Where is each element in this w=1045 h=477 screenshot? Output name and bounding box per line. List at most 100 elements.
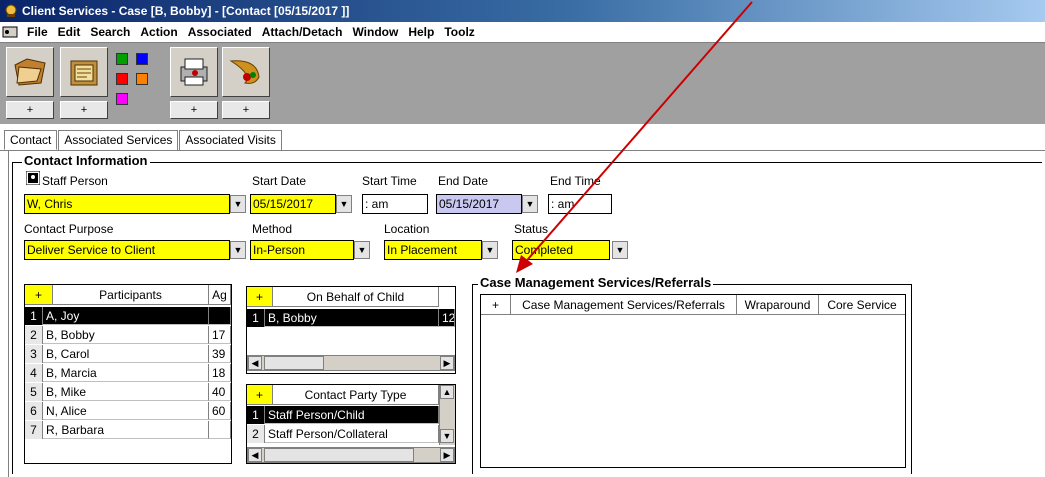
- printer-icon: [180, 58, 208, 86]
- participants-add-button[interactable]: +: [25, 285, 53, 305]
- contact-party-vscrollbar[interactable]: ▲ ▼: [439, 385, 455, 445]
- table-row[interactable]: 1 A, Joy: [25, 307, 231, 325]
- start-date-dropdown[interactable]: ▼: [336, 195, 352, 213]
- scroll-left-icon[interactable]: ◀: [248, 356, 262, 370]
- tab-contact[interactable]: Contact: [4, 130, 58, 150]
- menu-search[interactable]: Search: [85, 25, 135, 39]
- on-behalf-add-button[interactable]: +: [247, 287, 273, 307]
- row-number: 1: [247, 309, 265, 327]
- tab-associated-visits[interactable]: Associated Visits: [179, 130, 282, 150]
- case-mgmt-grid[interactable]: + Case Management Services/Referrals Wra…: [480, 294, 906, 468]
- menu-attach-detach[interactable]: Attach/Detach: [257, 25, 348, 39]
- folder-open-icon: [14, 58, 46, 86]
- status-dropdown[interactable]: ▼: [612, 241, 628, 259]
- table-row[interactable]: 7 R, Barbara: [25, 421, 231, 439]
- participants-grid[interactable]: + Participants Ag 1 A, Joy 2 B, Bobby 17…: [24, 284, 232, 464]
- services-button[interactable]: [222, 47, 270, 97]
- table-row[interactable]: 2 B, Bobby 17: [25, 326, 231, 344]
- table-row[interactable]: 5 B, Mike 40: [25, 383, 231, 401]
- participant-name: B, Mike: [43, 383, 209, 401]
- party-type: Staff Person/Collateral: [265, 425, 439, 443]
- table-row[interactable]: 2 Staff Person/Collateral: [247, 425, 439, 443]
- scroll-down-icon[interactable]: ▼: [440, 429, 454, 443]
- menu-help[interactable]: Help: [403, 25, 439, 39]
- method-dropdown[interactable]: ▼: [354, 241, 370, 259]
- scroll-thumb[interactable]: [264, 356, 324, 370]
- menu-edit[interactable]: Edit: [53, 25, 86, 39]
- participant-name: A, Joy: [43, 307, 209, 325]
- table-row[interactable]: 1 Staff Person/Child: [247, 406, 439, 424]
- table-row[interactable]: 6 N, Alice 60: [25, 402, 231, 420]
- toolbar-plus-1[interactable]: +: [6, 101, 54, 119]
- row-number: 4: [25, 364, 43, 382]
- menu-action[interactable]: Action: [135, 25, 182, 39]
- staff-person-combo[interactable]: W, Chris: [24, 194, 230, 214]
- menu-bar: File Edit Search Action Associated Attac…: [0, 22, 1045, 42]
- blue-swatch[interactable]: [136, 53, 148, 65]
- scroll-thumb[interactable]: [264, 448, 414, 462]
- table-row[interactable]: 3 B, Carol 39: [25, 345, 231, 363]
- end-date-dropdown[interactable]: ▼: [522, 195, 538, 213]
- menu-window[interactable]: Window: [347, 25, 403, 39]
- case-mgmt-col-core-service[interactable]: Core Service: [819, 295, 905, 315]
- folder-icon: [70, 60, 98, 86]
- toolbar-plus-4[interactable]: +: [222, 101, 270, 119]
- participants-header[interactable]: Participants: [53, 285, 209, 305]
- red-swatch[interactable]: [116, 73, 128, 85]
- staff-person-label: Staff Person: [42, 174, 108, 188]
- folder-button[interactable]: [60, 47, 108, 97]
- menu-toolz[interactable]: Toolz: [439, 25, 479, 39]
- table-row[interactable]: 4 B, Marcia 18: [25, 364, 231, 382]
- color-swatches[interactable]: [114, 47, 158, 119]
- child-extra: 12: [439, 309, 455, 327]
- contact-purpose-dropdown[interactable]: ▼: [230, 241, 246, 259]
- staff-person-dropdown[interactable]: ▼: [230, 195, 246, 213]
- row-number: 2: [247, 425, 265, 443]
- start-date-field[interactable]: 05/15/2017: [250, 194, 336, 214]
- participant-name: B, Marcia: [43, 364, 209, 382]
- print-button[interactable]: [170, 47, 218, 97]
- open-case-button[interactable]: [6, 47, 54, 97]
- case-mgmt-add-button[interactable]: +: [481, 295, 511, 315]
- tab-associated-services[interactable]: Associated Services: [58, 130, 179, 150]
- case-mgmt-col-wraparound[interactable]: Wraparound: [737, 295, 819, 315]
- menu-file[interactable]: File: [22, 25, 53, 39]
- row-number: 1: [247, 406, 265, 424]
- contact-party-grid[interactable]: + Contact Party Type 1 Staff Person/Chil…: [246, 384, 456, 464]
- participant-age: 39: [209, 345, 231, 363]
- on-behalf-header[interactable]: On Behalf of Child: [273, 287, 439, 307]
- scroll-up-icon[interactable]: ▲: [440, 385, 454, 399]
- case-mgmt-col-services[interactable]: Case Management Services/Referrals: [511, 295, 737, 315]
- toolbar-plus-2[interactable]: +: [60, 101, 108, 119]
- staff-person-icon[interactable]: [26, 171, 40, 185]
- contact-purpose-combo[interactable]: Deliver Service to Client: [24, 240, 230, 260]
- scroll-left-icon[interactable]: ◀: [248, 448, 262, 462]
- participants-age-header[interactable]: Ag: [209, 285, 231, 305]
- scroll-right-icon[interactable]: ▶: [440, 356, 454, 370]
- participant-age: 40: [209, 383, 231, 401]
- method-combo[interactable]: In-Person: [250, 240, 354, 260]
- child-name: B, Bobby: [265, 309, 439, 327]
- contact-party-hscrollbar[interactable]: ◀ ▶: [247, 447, 455, 463]
- participant-name: N, Alice: [43, 402, 209, 420]
- window-title: Client Services - Case [B, Bobby] - [Con…: [22, 4, 350, 18]
- magenta-swatch[interactable]: [116, 93, 128, 105]
- participant-age: 60: [209, 402, 231, 420]
- toolbar-plus-3[interactable]: +: [170, 101, 218, 119]
- document-menu-icon[interactable]: [2, 25, 18, 39]
- end-time-field[interactable]: : am: [548, 194, 612, 214]
- location-dropdown[interactable]: ▼: [482, 241, 498, 259]
- start-time-field[interactable]: : am: [362, 194, 428, 214]
- on-behalf-grid[interactable]: + On Behalf of Child 1 B, Bobby 12 ◀ ▶: [246, 286, 456, 374]
- end-date-field[interactable]: 05/15/2017: [436, 194, 522, 214]
- contact-party-add-button[interactable]: +: [247, 385, 273, 405]
- table-row[interactable]: 1 B, Bobby 12: [247, 309, 455, 327]
- green-swatch[interactable]: [116, 53, 128, 65]
- menu-associated[interactable]: Associated: [183, 25, 257, 39]
- status-combo[interactable]: Completed: [512, 240, 610, 260]
- orange-swatch[interactable]: [136, 73, 148, 85]
- scroll-right-icon[interactable]: ▶: [440, 448, 454, 462]
- on-behalf-hscrollbar[interactable]: ◀ ▶: [247, 355, 455, 371]
- contact-party-header[interactable]: Contact Party Type: [273, 385, 439, 405]
- location-combo[interactable]: In Placement: [384, 240, 482, 260]
